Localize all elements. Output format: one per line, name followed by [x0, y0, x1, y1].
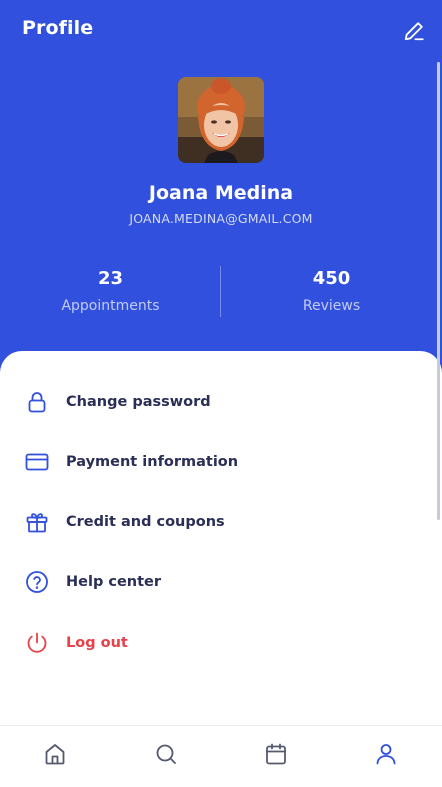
- stat-appointments-label: Appointments: [61, 298, 160, 314]
- edit-profile-button[interactable]: [401, 18, 427, 44]
- pencil-icon: [403, 20, 425, 42]
- nav-profile-button[interactable]: [372, 742, 400, 770]
- power-icon: [24, 630, 50, 656]
- menu-item-label: Credit and coupons: [66, 514, 225, 530]
- menu-item-label: Change password: [66, 394, 211, 410]
- menu-item-help-center[interactable]: Help center: [0, 558, 442, 606]
- stat-reviews-value: 450: [312, 268, 351, 289]
- home-icon: [43, 742, 67, 770]
- avatar: [178, 77, 264, 163]
- menu-item-label: Payment information: [66, 454, 239, 470]
- scrollbar[interactable]: [437, 62, 440, 520]
- page-title: Profile: [22, 17, 94, 39]
- menu-item-label: Help center: [66, 574, 162, 590]
- menu-item-label: Log out: [66, 635, 128, 651]
- menu-item-credit-and-coupons[interactable]: Credit and coupons: [0, 498, 442, 546]
- profile-email: JOANA.MEDINA@GMAIL.COM: [129, 211, 313, 226]
- help-circle-icon: [24, 569, 50, 595]
- nav-calendar-button[interactable]: [262, 742, 290, 770]
- stat-reviews-label: Reviews: [302, 298, 361, 314]
- profile-header: Profile Joana Medina JOANA.MEDINA@GMAIL.…: [0, 0, 442, 380]
- stat-reviews: 450 Reviews: [221, 268, 442, 314]
- calendar-icon: [264, 742, 288, 770]
- bottom-navigation: [0, 725, 442, 787]
- user-icon: [374, 742, 398, 770]
- search-icon: [154, 742, 178, 770]
- stat-appointments-value: 23: [97, 268, 124, 289]
- credit-card-icon: [24, 449, 50, 475]
- menu-item-log-out[interactable]: Log out: [0, 619, 442, 667]
- lock-icon: [24, 389, 50, 415]
- nav-search-button[interactable]: [152, 742, 180, 770]
- menu-item-change-password[interactable]: Change password: [0, 378, 442, 426]
- menu-sheet: Change password Payment information Cred…: [0, 351, 442, 786]
- gift-icon: [24, 509, 50, 535]
- stat-appointments: 23 Appointments: [0, 268, 221, 314]
- menu-item-payment-information[interactable]: Payment information: [0, 438, 442, 486]
- profile-name: Joana Medina: [148, 182, 294, 204]
- nav-home-button[interactable]: [41, 742, 69, 770]
